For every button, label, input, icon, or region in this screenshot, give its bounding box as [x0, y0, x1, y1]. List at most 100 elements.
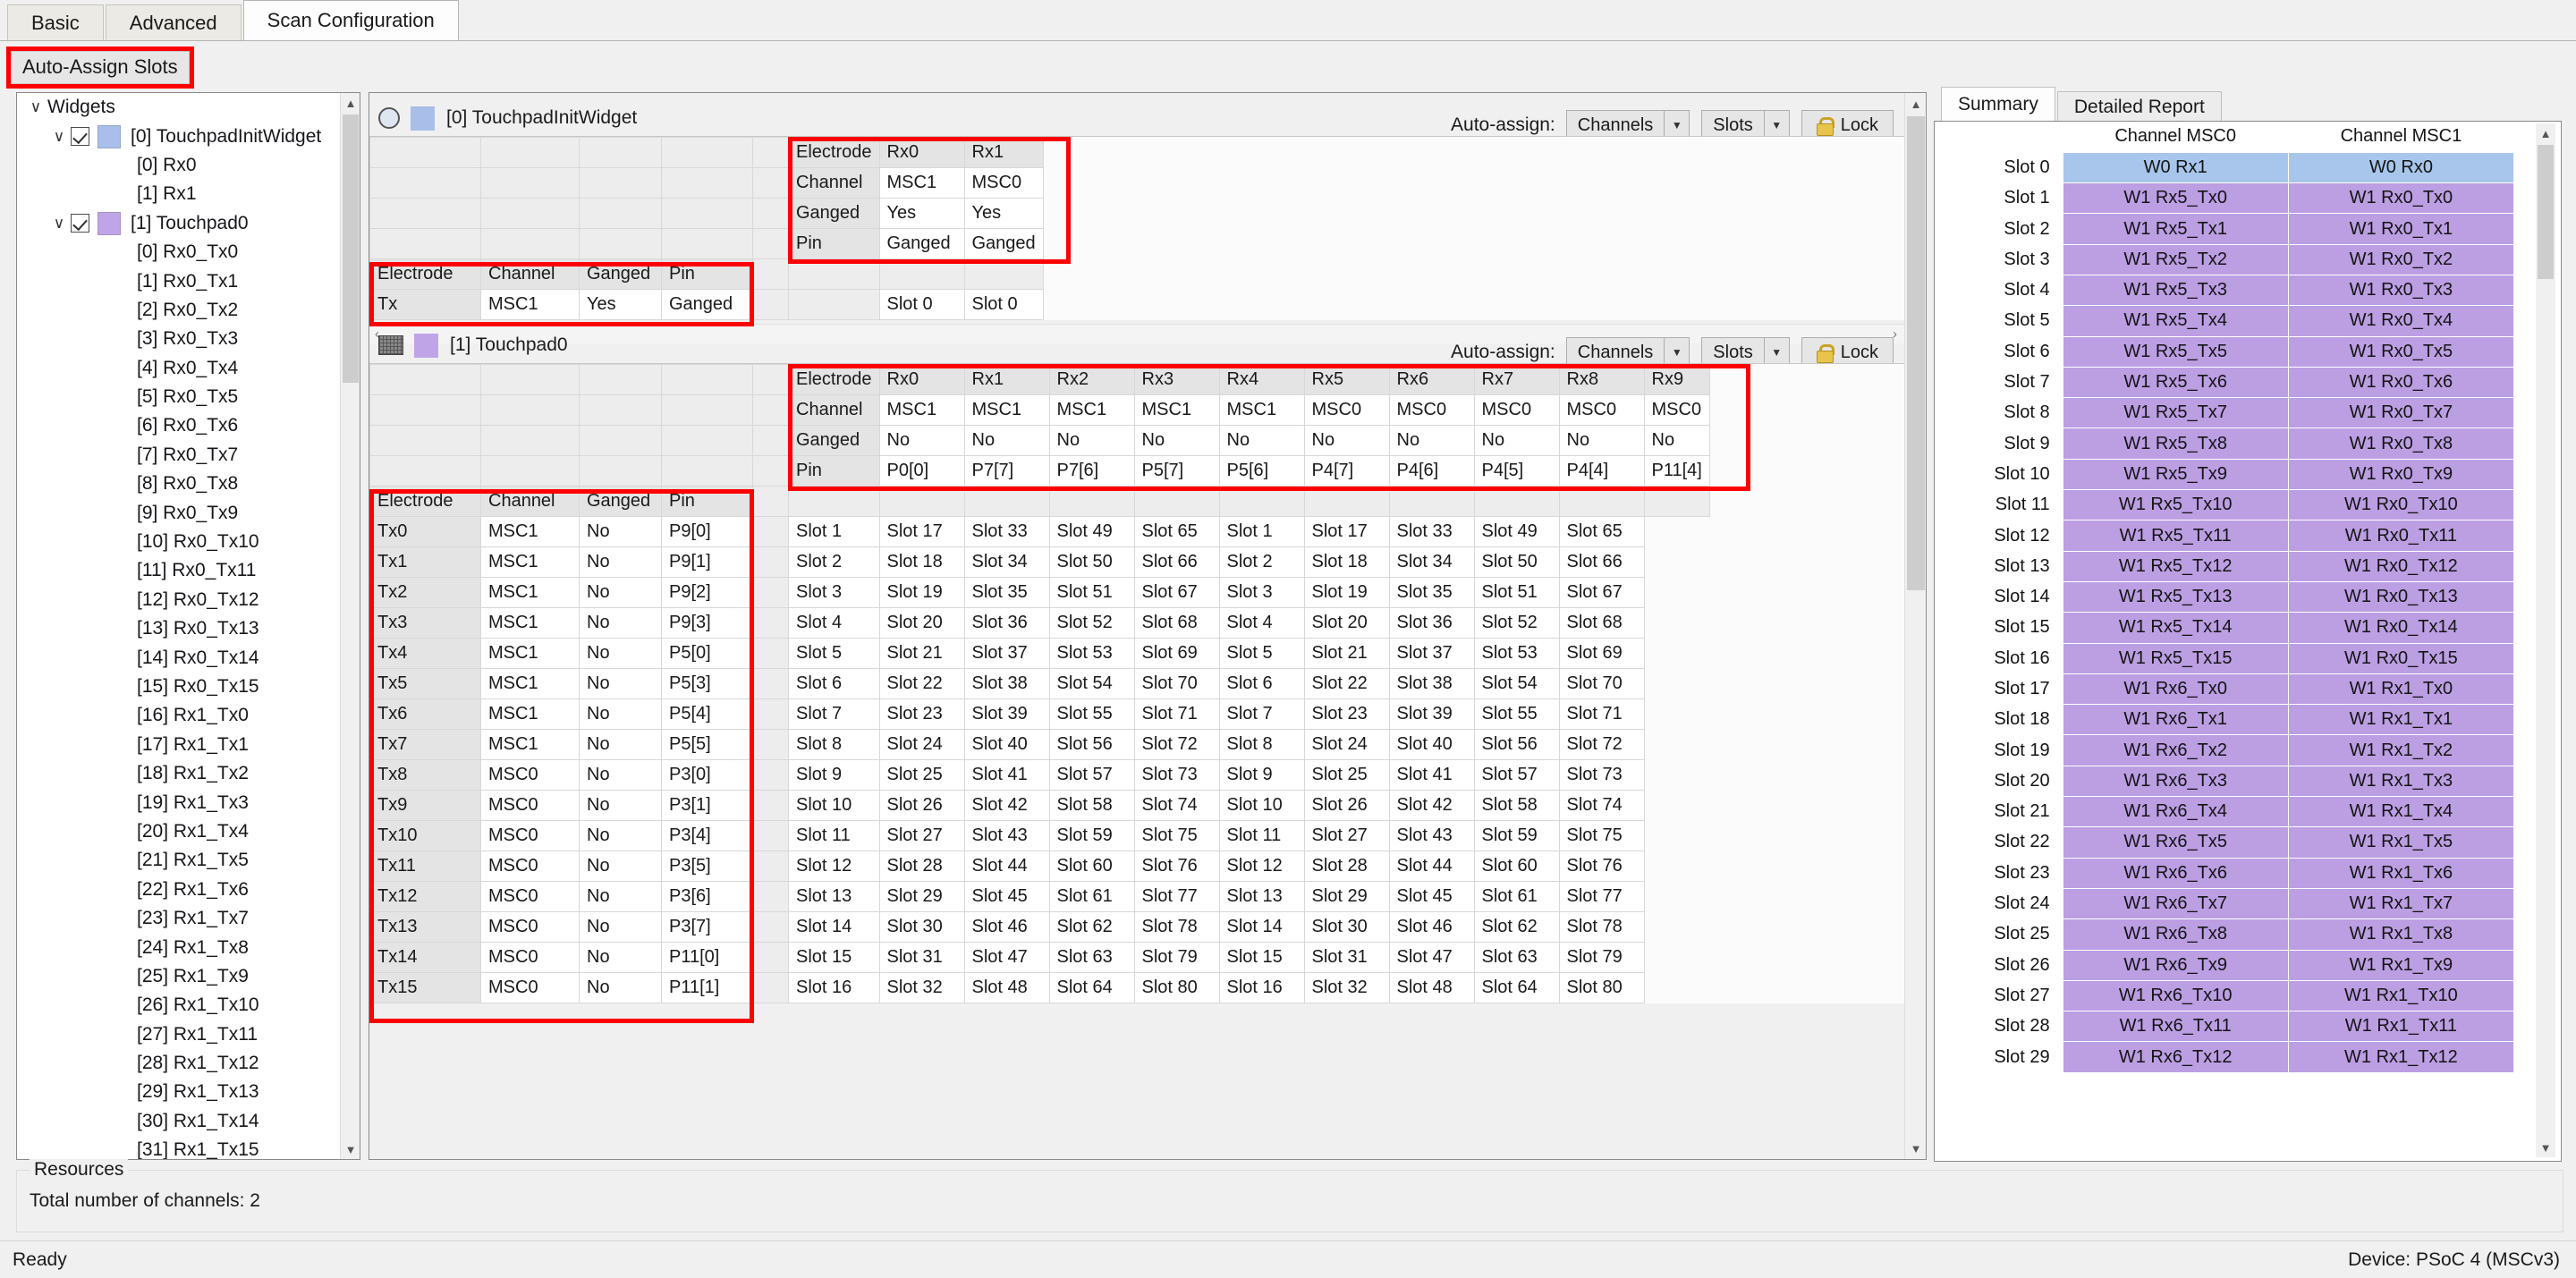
tree-item[interactable]: ∨[20] Rx1_Tx4 [17, 817, 340, 846]
tx-channel-cell[interactable]: MSC0 [480, 759, 580, 791]
summary-msc0-cell[interactable]: W1 Rx5_Tx6 [2062, 366, 2289, 399]
slot-cell[interactable]: Slot 38 [1388, 668, 1475, 699]
rx-pin-cell[interactable]: P4[7] [1303, 455, 1390, 487]
summary-msc1-cell[interactable]: W1 Rx1_Tx2 [2287, 734, 2515, 766]
summary-msc0-cell[interactable]: W1 Rx5_Tx5 [2062, 335, 2289, 368]
tree-item[interactable]: ∨[0] Rx0_Tx0 [17, 238, 340, 267]
slot-cell[interactable]: Slot 71 [1558, 698, 1645, 730]
slot-cell[interactable]: Slot 22 [1303, 668, 1390, 699]
tx-ganged-cell[interactable]: No [579, 698, 662, 730]
slot-cell[interactable]: Slot 20 [878, 607, 965, 639]
tree-item[interactable]: ∨[31] Rx1_Tx15 [17, 1136, 340, 1159]
slot-cell[interactable]: Slot 58 [1473, 790, 1560, 821]
summary-msc0-cell[interactable]: W1 Rx5_Tx1 [2062, 213, 2289, 245]
tx-pin-cell[interactable]: P3[7] [661, 911, 753, 943]
slot-cell[interactable]: Slot 34 [1388, 546, 1475, 578]
summary-msc1-cell[interactable]: W1 Rx0_Tx7 [2287, 397, 2515, 429]
slot-cell[interactable]: Slot 2 [788, 546, 880, 578]
slot-cell[interactable]: Slot 52 [1048, 607, 1135, 639]
tree-item[interactable]: ∨[4] Rx0_Tx4 [17, 354, 340, 383]
rx-ganged-cell[interactable]: No [1048, 425, 1135, 456]
slot-cell[interactable]: Slot 12 [1218, 851, 1305, 882]
rx-ganged-cell[interactable]: No [1218, 425, 1305, 456]
slot-cell[interactable]: Slot 13 [1218, 881, 1305, 912]
slot-cell[interactable]: Slot 75 [1558, 820, 1645, 851]
slot-cell[interactable]: Slot 29 [878, 881, 965, 912]
summary-msc1-cell[interactable]: W1 Rx0_Tx5 [2287, 335, 2515, 368]
chevron-down-icon[interactable]: ∨ [24, 98, 47, 116]
slot-cell[interactable]: Slot 30 [1303, 911, 1390, 943]
summary-msc0-cell[interactable]: W1 Rx5_Tx0 [2062, 182, 2289, 215]
tx-pin-cell[interactable]: P3[1] [661, 790, 753, 821]
summary-msc1-cell[interactable]: W1 Rx0_Tx14 [2287, 612, 2515, 644]
slot-cell[interactable]: Slot 78 [1133, 911, 1220, 943]
tx-channel-cell[interactable]: MSC1 [480, 289, 580, 320]
slot-cell[interactable]: Slot 39 [1388, 698, 1475, 730]
tx-channel-cell[interactable]: MSC0 [480, 972, 580, 1003]
slot-cell[interactable]: Slot 34 [963, 546, 1050, 578]
widgets-tree-list[interactable]: ∨Widgets∨[0] TouchpadInitWidget∨[0] Rx0∨… [17, 93, 340, 1159]
tx-channel-cell[interactable]: MSC0 [480, 911, 580, 943]
tx-pin-cell[interactable]: P3[0] [661, 759, 753, 791]
slot-cell[interactable]: Slot 10 [1218, 790, 1305, 821]
tx-pin-cell[interactable]: P5[5] [661, 729, 753, 760]
tx-ganged-cell[interactable]: No [579, 972, 662, 1003]
slot-cell[interactable]: Slot 60 [1473, 851, 1560, 882]
slot-cell[interactable]: Slot 35 [1388, 577, 1475, 608]
center-vertical-scrollbar[interactable]: ▲ ▼ [1904, 93, 1926, 1159]
slot-cell[interactable]: Slot 54 [1473, 668, 1560, 699]
rx-ganged-cell[interactable]: Yes [963, 198, 1044, 229]
slot-cell[interactable]: Slot 68 [1133, 607, 1220, 639]
tx-ganged-cell[interactable]: Yes [579, 289, 662, 320]
rx-pin-cell[interactable]: P5[7] [1133, 455, 1220, 487]
slot-cell[interactable]: Slot 79 [1558, 942, 1645, 973]
slot-cell[interactable]: Slot 1 [788, 516, 880, 547]
slot-cell[interactable]: Slot 61 [1048, 881, 1135, 912]
slot-cell[interactable]: Slot 0 [963, 289, 1044, 320]
tx-pin-cell[interactable]: P9[3] [661, 607, 753, 639]
tree-item[interactable]: ∨[16] Rx1_Tx0 [17, 701, 340, 730]
tx-channel-cell[interactable]: MSC0 [480, 790, 580, 821]
rx-pin-cell[interactable]: P4[5] [1473, 455, 1560, 487]
slot-cell[interactable]: Slot 17 [1303, 516, 1390, 547]
summary-msc0-cell[interactable]: W1 Rx6_Tx1 [2062, 704, 2289, 736]
tree-item[interactable]: ∨[2] Rx0_Tx2 [17, 296, 340, 325]
summary-msc1-cell[interactable]: W1 Rx1_Tx6 [2287, 857, 2515, 889]
slot-cell[interactable]: Slot 6 [1218, 668, 1305, 699]
tree-item[interactable]: ∨[25] Rx1_Tx9 [17, 962, 340, 991]
rx-ganged-cell[interactable]: No [963, 425, 1050, 456]
slot-cell[interactable]: Slot 28 [878, 851, 965, 882]
slot-cell[interactable]: Slot 65 [1133, 516, 1220, 547]
slot-cell[interactable]: Slot 8 [1218, 729, 1305, 760]
slot-cell[interactable]: Slot 67 [1558, 577, 1645, 608]
slot-cell[interactable]: Slot 73 [1133, 759, 1220, 791]
scroll-up-icon[interactable]: ▲ [1905, 93, 1926, 114]
tab-basic[interactable]: Basic [7, 4, 104, 40]
tx-pin-cell[interactable]: P5[3] [661, 668, 753, 699]
tree-item[interactable]: ∨[10] Rx0_Tx10 [17, 528, 340, 556]
slot-cell[interactable]: Slot 46 [1388, 911, 1475, 943]
scroll-up-icon[interactable]: ▲ [341, 93, 360, 113]
rx-channel-cell[interactable]: MSC0 [1303, 394, 1390, 426]
tx-pin-cell[interactable]: P5[4] [661, 698, 753, 730]
slot-cell[interactable]: Slot 66 [1133, 546, 1220, 578]
tree-item[interactable]: ∨[30] Rx1_Tx14 [17, 1107, 340, 1136]
slot-cell[interactable]: Slot 65 [1558, 516, 1645, 547]
slot-cell[interactable]: Slot 11 [788, 820, 880, 851]
slot-cell[interactable]: Slot 55 [1473, 698, 1560, 730]
slot-cell[interactable]: Slot 64 [1048, 972, 1135, 1003]
slot-cell[interactable]: Slot 3 [788, 577, 880, 608]
tx-pin-cell[interactable]: P11[1] [661, 972, 753, 1003]
slot-cell[interactable]: Slot 53 [1048, 638, 1135, 669]
slot-cell[interactable]: Slot 2 [1218, 546, 1305, 578]
slot-cell[interactable]: Slot 15 [788, 942, 880, 973]
slot-cell[interactable]: Slot 43 [1388, 820, 1475, 851]
slot-cell[interactable]: Slot 28 [1303, 851, 1390, 882]
rx-channel-cell[interactable]: MSC0 [1473, 394, 1560, 426]
slot-cell[interactable]: Slot 4 [1218, 607, 1305, 639]
summary-msc0-cell[interactable]: W1 Rx5_Tx4 [2062, 305, 2289, 337]
rx-pin-cell[interactable]: P11[4] [1643, 455, 1710, 487]
slot-cell[interactable]: Slot 24 [1303, 729, 1390, 760]
summary-msc0-cell[interactable]: W1 Rx6_Tx3 [2062, 765, 2289, 798]
slot-cell[interactable]: Slot 7 [1218, 698, 1305, 730]
